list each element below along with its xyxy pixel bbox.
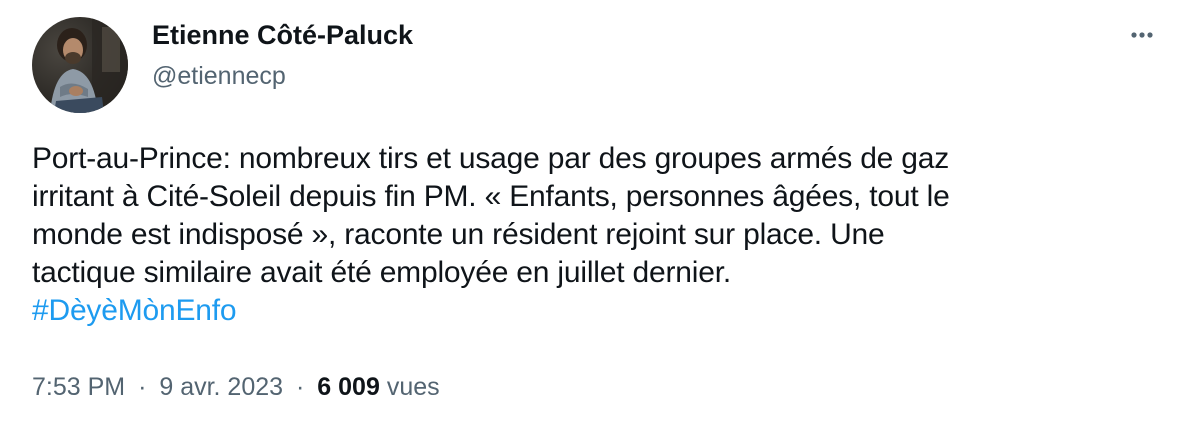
tweet-text-line: Port-au-Prince: nombreux tirs et usage p…: [32, 142, 950, 175]
meta-separator: ·: [138, 373, 147, 401]
views-count[interactable]: 6 009: [317, 373, 380, 401]
tweet-text-line: monde est indisposé », raconte un réside…: [32, 218, 885, 251]
tweet-text-line: tactique similaire avait été employée en…: [32, 256, 731, 289]
more-options-button[interactable]: [1122, 18, 1162, 52]
tweet-text: Port-au-Prince: nombreux tirs et usage p…: [32, 140, 1162, 330]
profile-photo-icon: [32, 17, 128, 113]
views-label: vues: [386, 373, 440, 401]
tweet-meta: 7:53 PM · 9 avr. 2023 · 6 009 vues: [32, 371, 440, 403]
tweet-text-line: irritant à Cité-Soleil depuis fin PM. « …: [32, 180, 950, 213]
meta-separator: ·: [296, 373, 305, 401]
author-handle[interactable]: @etiennecp: [152, 60, 286, 92]
author-display-name[interactable]: Etienne Côté-Paluck: [152, 18, 413, 52]
tweet-time[interactable]: 7:53 PM: [32, 373, 125, 401]
hashtag-link[interactable]: #DèyèMònEnfo: [32, 294, 237, 327]
tweet-date[interactable]: 9 avr. 2023: [159, 373, 283, 401]
more-horizontal-icon: [1131, 32, 1153, 38]
tweet-card: Etienne Côté-Paluck @etiennecp Port-au-P…: [0, 0, 1198, 430]
avatar[interactable]: [32, 17, 128, 113]
